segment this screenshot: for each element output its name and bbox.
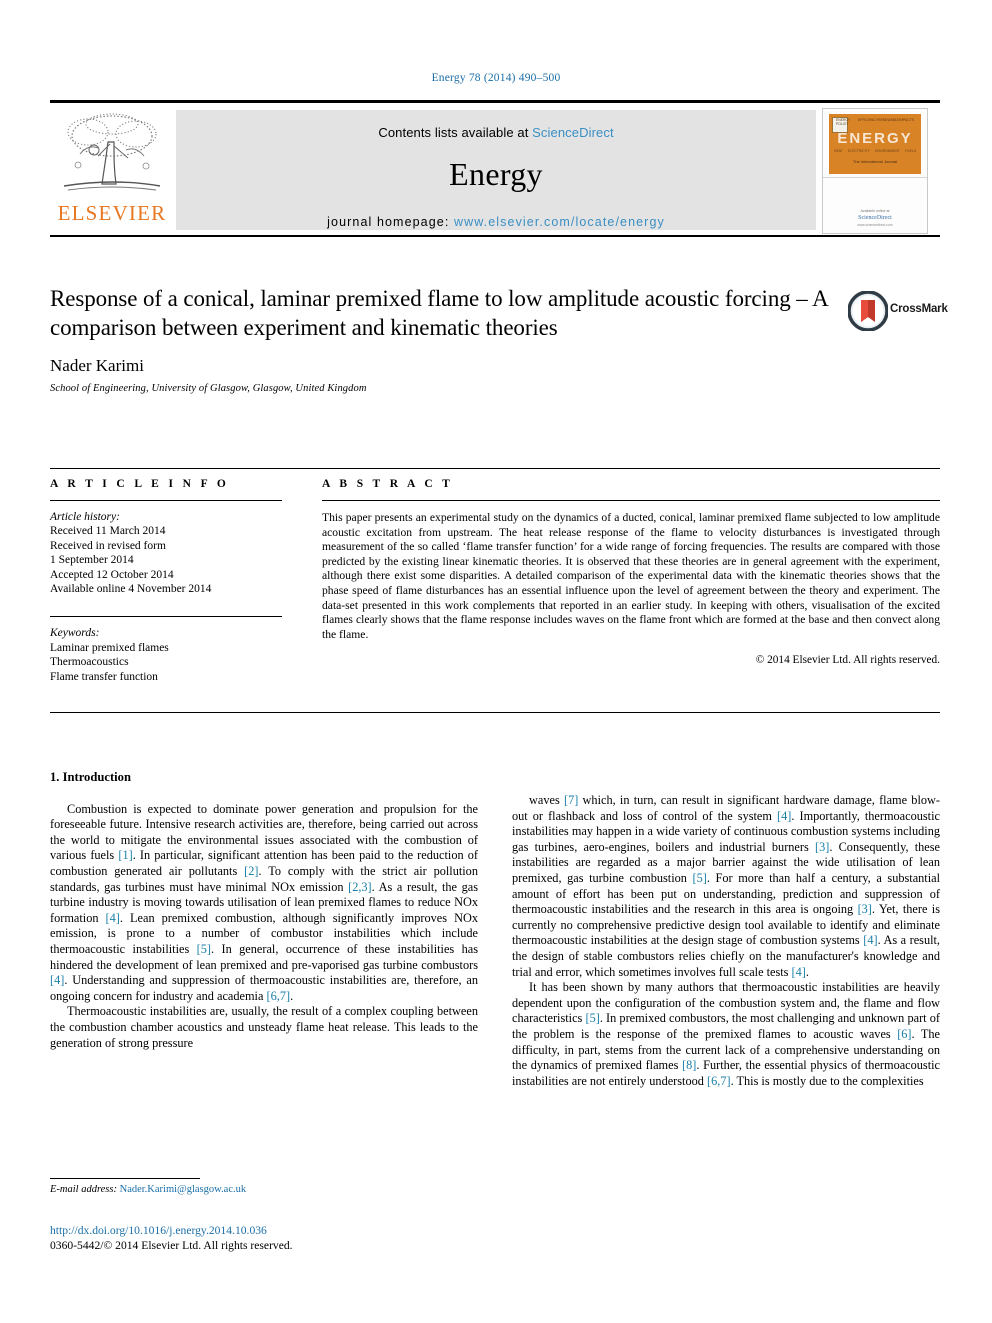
cover-sub-label: ENVIRONMENT — [874, 149, 900, 153]
citation-link[interactable]: [1] — [118, 848, 132, 862]
author-affiliation: School of Engineering, University of Gla… — [50, 383, 367, 394]
citation-link[interactable]: [4] — [50, 973, 64, 987]
citation-link[interactable]: [5] — [197, 942, 211, 956]
body-column-right: waves [7] which, in turn, can result in … — [512, 793, 940, 1089]
citation-link[interactable]: [4] — [777, 809, 791, 823]
citation-link[interactable]: [6,7] — [267, 989, 291, 1003]
journal-homepage-line: journal homepage: www.elsevier.com/locat… — [176, 215, 816, 229]
keyword-item: Thermoacoustics — [50, 656, 129, 669]
journal-article-page: Energy 78 (2014) 490–500 ELSEVIER Conten… — [0, 0, 992, 1323]
page-title: Response of a conical, laminar premixed … — [50, 286, 828, 340]
citation-link[interactable]: [4] — [106, 911, 120, 925]
citation-link[interactable]: [5] — [693, 871, 707, 885]
cover-sub-label: HEAT — [834, 149, 843, 153]
cover-footer-available: Available online at — [860, 209, 890, 213]
journal-masthead: ELSEVIER Contents lists available at Sci… — [50, 100, 940, 238]
abstract-heading: A B S T R A C T — [322, 478, 454, 490]
citation-link[interactable]: [8] — [682, 1058, 696, 1072]
keywords-rule — [50, 616, 282, 618]
cover-title: ENERGY — [837, 130, 913, 147]
elsevier-logo: ELSEVIER — [52, 108, 172, 233]
abstract-column: A B S T R A C T This paper presents an e… — [322, 478, 940, 666]
keywords-label: Keywords: — [50, 627, 100, 640]
author-name: Nader Karimi — [50, 356, 144, 375]
body-paragraph: waves [7] which, in turn, can result in … — [512, 793, 941, 979]
body-paragraph: Thermoacoustic instabilities are, usuall… — [50, 1004, 478, 1050]
article-history-block: Article history: Received 11 March 2014 … — [50, 510, 282, 596]
citation-link[interactable]: [7] — [564, 793, 578, 807]
footnote-rule — [50, 1178, 200, 1179]
crossmark-icon — [848, 291, 888, 331]
masthead-bottom-rule — [50, 235, 940, 237]
abstract-copyright: © 2014 Elsevier Ltd. All rights reserved… — [755, 654, 940, 667]
article-history-item: Available online 4 November 2014 — [50, 583, 212, 596]
citation-link[interactable]: [6,7] — [707, 1074, 731, 1088]
email-link[interactable]: Nader.Karimi@glasgow.ac.uk — [120, 1184, 247, 1195]
cover-sub-label: ELECTRICITY — [847, 149, 870, 153]
masthead-top-rule — [50, 100, 940, 103]
journal-cover-thumbnail[interactable]: ENERGY POLICY EFFICIENCY RENEWABLE IMPAC… — [822, 108, 928, 234]
elsevier-wordmark: ELSEVIER — [57, 201, 167, 225]
email-label: E-mail address: — [50, 1184, 117, 1195]
cover-sub-labels: HEAT ELECTRICITY ENVIRONMENT FUELS — [834, 149, 916, 153]
cover-footer-brand: ScienceDirect — [858, 215, 892, 221]
citation-link[interactable]: [2] — [244, 864, 258, 878]
article-history-item: 1 September 2014 — [50, 554, 134, 567]
keyword-item: Flame transfer function — [50, 670, 158, 683]
article-info-heading: A R T I C L E I N F O — [50, 478, 230, 490]
abstract-text: This paper presents an experimental stud… — [322, 511, 940, 641]
article-history-item: Received in revised form — [50, 539, 166, 552]
article-info-column: A R T I C L E I N F O Article history: R… — [50, 478, 282, 684]
article-info-rule — [50, 500, 282, 501]
section-title-introduction: 1. Introduction — [50, 770, 131, 784]
cover-footer-url: www.sciencedirect.com — [857, 223, 893, 227]
citation-link[interactable]: [5] — [585, 1011, 599, 1025]
title-block: Response of a conical, laminar premixed … — [50, 285, 948, 394]
cover-top-label: IMPACTS — [899, 118, 914, 122]
crossmark-label: CrossMark — [890, 303, 948, 315]
keywords-block: Keywords: Laminar premixed flames Thermo… — [50, 616, 282, 684]
homepage-prefix: journal homepage: — [327, 215, 454, 229]
masthead-center-panel: Contents lists available at ScienceDirec… — [176, 110, 816, 230]
body-column-left: 1. Introduction Combustion is expected t… — [50, 770, 478, 1051]
body-top-rule — [50, 712, 940, 713]
citation-link[interactable]: [4] — [863, 933, 877, 947]
contents-available-line: Contents lists available at ScienceDirec… — [176, 110, 816, 140]
cover-sub-label: FUELS — [905, 149, 916, 153]
cover-top-labels: ENERGY POLICY EFFICIENCY RENEWABLE IMPAC… — [836, 118, 914, 126]
cover-top-label: EFFICIENCY — [857, 118, 878, 122]
doi-link[interactable]: http://dx.doi.org/10.1016/j.energy.2014.… — [50, 1223, 478, 1238]
cover-top-label: ENERGY POLICY — [836, 118, 851, 126]
cover-tagline: The International Journal — [852, 159, 898, 164]
issn-copyright-line: 0360-5442/© 2014 Elsevier Ltd. All right… — [50, 1239, 293, 1252]
citation-link[interactable]: [3] — [815, 840, 829, 854]
article-history-item: Accepted 12 October 2014 — [50, 568, 174, 581]
citation-link[interactable]: [4] — [792, 965, 806, 979]
citation-link[interactable]: [2,3] — [348, 880, 372, 894]
body-paragraph: It has been shown by many authors that t… — [512, 980, 941, 1088]
citation-link[interactable]: [6] — [897, 1027, 911, 1041]
cover-top-label: RENEWABLE — [878, 118, 900, 122]
footer-doi-block: http://dx.doi.org/10.1016/j.energy.2014.… — [50, 1223, 478, 1253]
article-history-label: Article history: — [50, 511, 120, 523]
article-history-item: Received 11 March 2014 — [50, 525, 166, 538]
footnote-email: E-mail address: Nader.Karimi@glasgow.ac.… — [50, 1184, 478, 1195]
info-section-top-rule — [50, 468, 940, 469]
citation-link[interactable]: [3] — [858, 902, 872, 916]
abstract-rule — [322, 500, 940, 501]
journal-homepage-link[interactable]: www.elsevier.com/locate/energy — [454, 215, 665, 229]
running-head: Energy 78 (2014) 490–500 — [431, 72, 561, 84]
crossmark-badge[interactable]: CrossMark — [848, 287, 948, 335]
journal-title: Energy — [449, 156, 543, 192]
body-paragraph: Combustion is expected to dominate power… — [50, 801, 479, 1003]
contents-prefix: Contents lists available at — [378, 125, 533, 140]
cover-divider — [823, 177, 927, 178]
keyword-item: Laminar premixed flames — [50, 641, 169, 654]
elsevier-tree-icon — [63, 113, 161, 191]
sciencedirect-link[interactable]: ScienceDirect — [532, 125, 614, 140]
